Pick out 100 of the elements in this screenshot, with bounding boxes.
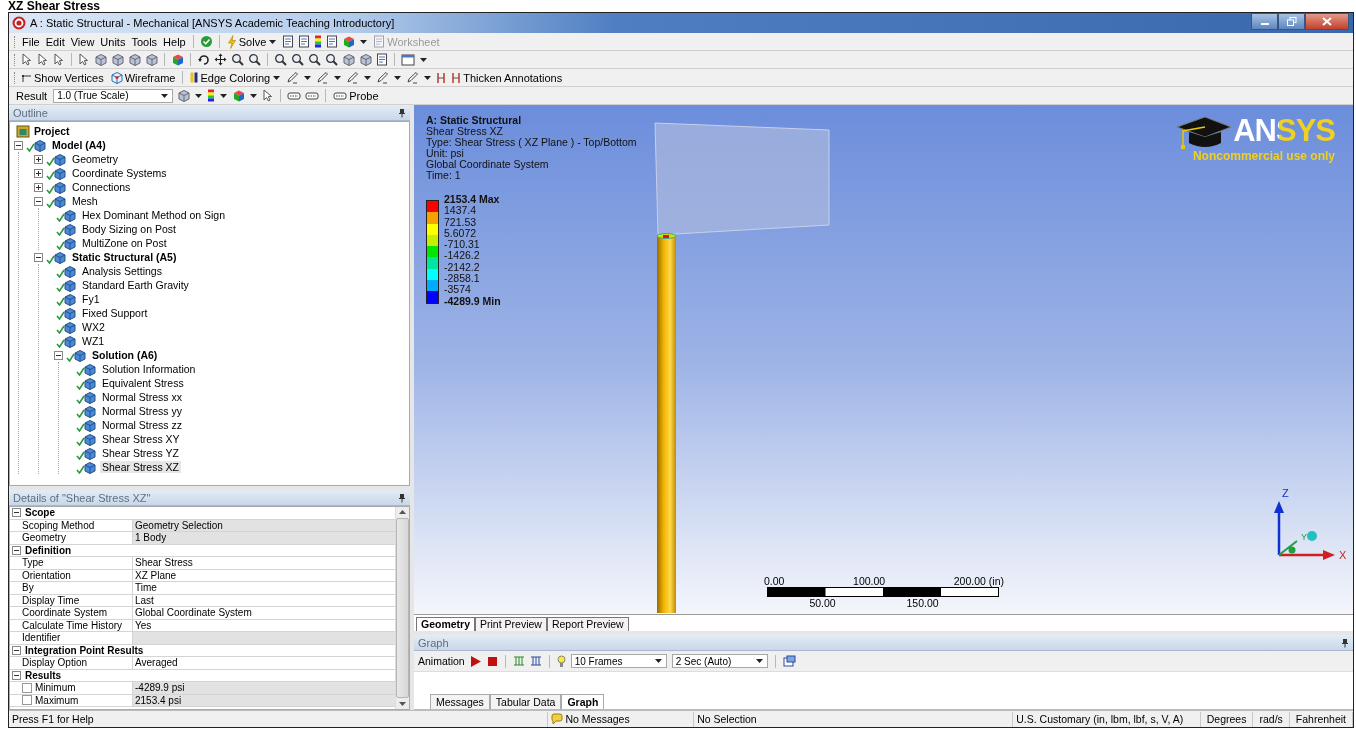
- play-button[interactable]: [469, 655, 482, 667]
- rotate-icon[interactable]: [197, 53, 210, 66]
- tree-item[interactable]: Normal Stress yy: [100, 405, 184, 417]
- pencil-icon[interactable]: [316, 71, 330, 84]
- colored-cube-icon[interactable]: [232, 89, 246, 102]
- zoom-icon[interactable]: [274, 53, 287, 66]
- checkbox[interactable]: [22, 682, 32, 693]
- document-icon[interactable]: [282, 35, 295, 48]
- zoom-icon[interactable]: [231, 53, 244, 66]
- panel-tab[interactable]: Tabular Data: [489, 694, 562, 709]
- document-icon[interactable]: [376, 53, 388, 66]
- menu-item[interactable]: View: [69, 35, 96, 48]
- pin-icon[interactable]: [398, 492, 406, 503]
- cube-icon[interactable]: [111, 53, 124, 66]
- pencil-icon[interactable]: [346, 71, 360, 84]
- tree-item[interactable]: Static Structural (A5): [70, 251, 179, 263]
- tree-item[interactable]: Solution Information: [100, 363, 198, 375]
- pin-icon[interactable]: [398, 107, 406, 118]
- tree-item[interactable]: Shear Stress XY: [100, 433, 182, 445]
- menu-item[interactable]: Help: [162, 35, 187, 48]
- tree-item[interactable]: Analysis Settings: [80, 265, 164, 277]
- pencil-icon[interactable]: [376, 71, 390, 84]
- tree-item[interactable]: WZ1: [80, 335, 107, 347]
- scroll-thumb[interactable]: [396, 518, 409, 698]
- thickness-icon[interactable]: [436, 71, 447, 84]
- view-tab[interactable]: Report Preview: [546, 617, 629, 631]
- property-value[interactable]: XZ Plane: [133, 569, 395, 581]
- colored-cube-icon[interactable]: [342, 35, 356, 48]
- window-icon[interactable]: [401, 53, 415, 66]
- expand-toggle[interactable]: [14, 140, 23, 150]
- tree-item[interactable]: Project: [32, 125, 72, 137]
- stop-button[interactable]: [486, 656, 498, 666]
- zoom-icon[interactable]: [325, 53, 338, 66]
- zoom-icon[interactable]: [291, 53, 304, 66]
- tree-item[interactable]: Normal Stress xx: [100, 391, 184, 403]
- cube-icon[interactable]: [145, 53, 158, 66]
- thicken-annotations-button[interactable]: Thicken Annotations: [450, 69, 564, 86]
- pencil-icon[interactable]: [406, 71, 420, 84]
- tree-item[interactable]: Body Sizing on Post: [80, 223, 178, 235]
- expand-toggle[interactable]: [34, 182, 43, 192]
- expand-toggle[interactable]: [34, 252, 43, 262]
- tree-item[interactable]: Solution (A6): [90, 349, 160, 361]
- tree-item[interactable]: Equivalent Stress: [100, 377, 186, 389]
- property-value[interactable]: Yes: [133, 619, 395, 631]
- tree-item[interactable]: Coordinate Systems: [70, 167, 169, 179]
- menu-item[interactable]: File: [21, 35, 41, 48]
- property-value[interactable]: Averaged: [133, 657, 395, 669]
- property-value[interactable]: Time: [133, 582, 395, 594]
- expand-toggle[interactable]: [34, 196, 43, 206]
- tree-item[interactable]: Model (A4): [50, 139, 108, 151]
- tree-item[interactable]: Standard Earth Gravity: [80, 279, 191, 291]
- cursor-icon[interactable]: [37, 53, 49, 66]
- graphics-viewport[interactable]: [414, 105, 1353, 614]
- pan-icon[interactable]: [214, 53, 227, 66]
- tree-item[interactable]: Hex Dominant Method on Sign: [80, 209, 227, 221]
- close-button[interactable]: [1305, 13, 1349, 30]
- chip-icon[interactable]: [287, 90, 302, 101]
- zoom-icon[interactable]: [248, 53, 261, 66]
- frames-dropdown[interactable]: 10 Frames: [570, 654, 667, 668]
- tree-item[interactable]: Normal Stress zz: [100, 419, 184, 431]
- property-value[interactable]: Shear Stress: [133, 557, 395, 569]
- cursor-icon[interactable]: [53, 53, 65, 66]
- cursor-icon[interactable]: [78, 53, 90, 66]
- cube-icon[interactable]: [342, 53, 355, 66]
- pencil-icon[interactable]: [286, 71, 300, 84]
- colored-cube-icon[interactable]: [171, 53, 184, 66]
- tree-item[interactable]: Mesh: [70, 195, 100, 207]
- tree-item[interactable]: Fixed Support: [80, 307, 150, 319]
- cube-icon[interactable]: [94, 53, 107, 66]
- maximize-button[interactable]: [1278, 13, 1305, 30]
- export-icon[interactable]: [782, 655, 796, 667]
- cursor-icon[interactable]: [21, 53, 33, 66]
- expand-toggle[interactable]: [34, 154, 43, 164]
- tree-item[interactable]: Connections: [70, 181, 133, 193]
- expand-toggle[interactable]: [12, 545, 21, 555]
- document-icon[interactable]: [326, 35, 339, 48]
- duration-dropdown[interactable]: 2 Sec (Auto): [671, 654, 768, 668]
- frames-icon[interactable]: [529, 655, 542, 667]
- property-value[interactable]: Last: [133, 594, 395, 606]
- menu-item[interactable]: Units: [99, 35, 127, 48]
- tree-item[interactable]: Geometry: [70, 153, 121, 165]
- expand-toggle[interactable]: [12, 508, 21, 518]
- expand-toggle[interactable]: [34, 168, 43, 178]
- wireframe-button[interactable]: Wireframe: [108, 69, 177, 86]
- menu-item[interactable]: Tools: [130, 35, 159, 48]
- tree-item[interactable]: MultiZone on Post: [80, 237, 169, 249]
- tree-item[interactable]: Fy1: [80, 293, 102, 305]
- expand-toggle[interactable]: [12, 645, 21, 655]
- tree-item[interactable]: WX2: [80, 321, 107, 333]
- zoom-icon[interactable]: [308, 53, 321, 66]
- menu-item[interactable]: Edit: [44, 35, 66, 48]
- chip-icon[interactable]: [305, 90, 320, 101]
- panel-tab[interactable]: Graph: [561, 694, 605, 709]
- cube-icon[interactable]: [177, 89, 191, 102]
- panel-tab[interactable]: Messages: [430, 694, 490, 709]
- scrollbar[interactable]: [395, 507, 409, 709]
- scale-dropdown[interactable]: 1.0 (True Scale): [53, 88, 174, 103]
- solve-button[interactable]: Solve: [225, 33, 279, 50]
- tree-item[interactable]: Shear Stress XZ: [100, 461, 182, 473]
- view-tab[interactable]: Geometry: [416, 617, 476, 631]
